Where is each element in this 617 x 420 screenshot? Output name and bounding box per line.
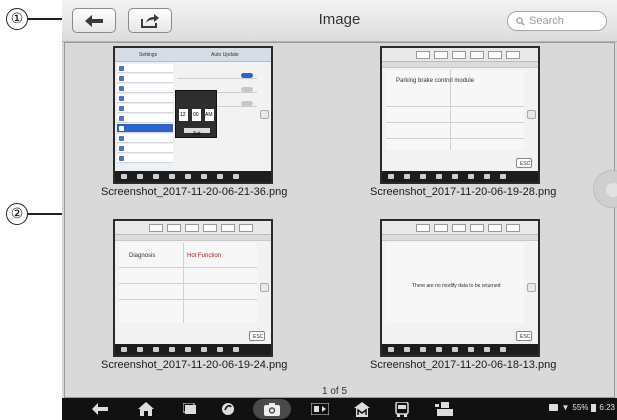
thumbnail-2: Parking brake control module ESC (380, 46, 540, 184)
battery-level: 55% (572, 403, 589, 412)
message-icon (549, 404, 559, 411)
thumb2-body-text: Parking brake control module (396, 78, 475, 84)
nav-vci-icon[interactable] (434, 401, 456, 417)
nav-media-icon[interactable] (309, 401, 331, 417)
search-input[interactable] (529, 15, 605, 27)
status-area: ▼ 55% 6:23 (549, 403, 615, 412)
nav-browser-icon[interactable] (218, 401, 238, 417)
thumbnail-1: Settings Auto Update 12 00 AM Set (113, 46, 273, 184)
thumbnail-3: Diagnosis Hot Function ESC (113, 219, 273, 357)
nav-m-icon[interactable] (352, 401, 372, 417)
battery-icon (591, 403, 597, 412)
nav-home-icon[interactable] (136, 401, 156, 417)
nav-camera-button[interactable] (253, 399, 291, 419)
thumb3-col2: Hot Function (187, 253, 222, 259)
gallery-item-2-caption: Screenshot_2017-11-20-06-19-28.png (370, 186, 557, 198)
page-indicator: 1 of 5 (322, 386, 348, 397)
thumbnail-4: There are no modify data to be returned … (380, 219, 540, 357)
thumb1-left-header: Settings (139, 52, 158, 58)
nav-recent-apps-icon[interactable] (180, 401, 200, 417)
nav-back-icon[interactable] (90, 401, 110, 417)
camera-icon (264, 401, 280, 417)
gallery-item-3-caption: Screenshot_2017-11-20-06-19-24.png (101, 359, 288, 371)
share-button[interactable] (128, 8, 172, 33)
callout-1: ① (6, 8, 68, 30)
thumb1-time-dialog: 12 00 AM Set (175, 90, 217, 138)
gallery-item-4-caption: Screenshot_2017-11-20-06-18-13.png (370, 359, 557, 371)
search-icon (516, 16, 525, 26)
nav-vehicle-icon[interactable] (392, 401, 412, 417)
system-navigation-bar: ▼ 55% 6:23 (62, 398, 617, 420)
gallery-item-1-caption: Screenshot_2017-11-20-06-21-36.png (101, 186, 288, 198)
image-gallery: Settings Auto Update 12 00 AM Set Screen… (64, 42, 615, 398)
callout-2-leader-line (28, 213, 66, 215)
back-arrow-icon (85, 14, 103, 27)
callout-2-number: ② (6, 203, 28, 225)
thumb4-message: There are no modify data to be returned (412, 283, 501, 289)
gallery-item-1[interactable]: Settings Auto Update 12 00 AM Set Screen… (101, 46, 287, 198)
tablet-screen: Image Settings Auto Update (62, 0, 617, 420)
callout-2: ② (6, 203, 66, 225)
clock: 6:23 (599, 403, 615, 412)
thumb1-right-header: Auto Update (211, 52, 239, 58)
gallery-item-3[interactable]: Diagnosis Hot Function ESC Screenshot_20… (101, 219, 287, 371)
top-toolbar: Image (62, 0, 617, 42)
back-button[interactable] (72, 8, 116, 33)
callout-1-number: ① (6, 8, 28, 30)
wifi-icon: ▼ (561, 403, 570, 412)
gallery-item-4[interactable]: There are no modify data to be returned … (370, 219, 556, 371)
thumb3-col1: Diagnosis (129, 253, 156, 259)
gallery-item-2[interactable]: Parking brake control module ESC Screens… (370, 46, 556, 198)
search-box[interactable] (507, 11, 607, 31)
share-icon (141, 13, 159, 28)
